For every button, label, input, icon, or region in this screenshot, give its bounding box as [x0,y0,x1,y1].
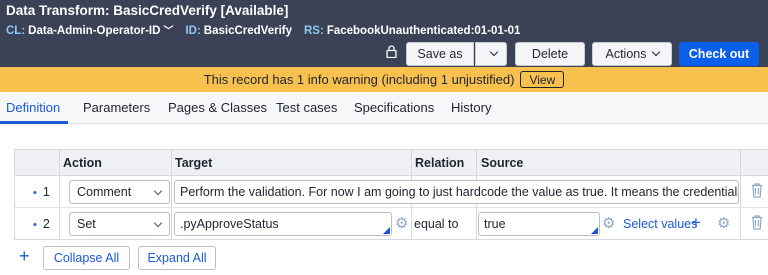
record-header: Data Transform: BasicCredVerify [Availab… [0,0,768,67]
chevron-down-icon [153,186,163,196]
class-label: CL: [6,25,26,37]
expand-all-button[interactable]: Expand All [138,246,216,270]
tab-parameters[interactable]: Parameters [83,100,150,115]
target-input[interactable]: .pyApproveStatus [174,212,392,236]
actions-label: Actions [605,47,647,61]
check-out-button[interactable]: Check out [679,42,759,66]
definition-grid: Action Target Relation Source • 1 Comment… [14,149,768,240]
warning-message: This record has 1 info warning (includin… [203,72,515,87]
table-row: • 2 Set .pyApproveStatus ⚙ equal to true … [15,209,768,240]
row-number: • 1 [33,185,50,199]
warning-banner: This record has 1 info warning (includin… [0,67,768,92]
id-value: BasicCredVerify [203,25,292,37]
source-input[interactable]: true [478,212,600,236]
save-as-menu-button[interactable] [475,42,507,66]
gear-icon[interactable]: ⚙ [395,214,408,232]
autocomplete-corner-icon [383,227,390,234]
comment-input[interactable]: Perform the validation. For now I am goi… [174,180,739,204]
more-icon[interactable]: ⋮ [764,46,768,60]
record-meta: CL: Data-Admin-Operator-ID ﹀ ID: BasicCredVe… [6,22,520,37]
add-icon[interactable]: + [691,213,701,233]
save-as-button[interactable]: Save as [406,42,474,66]
add-row-icon[interactable]: + [19,247,30,265]
action-select[interactable]: Comment [69,180,170,204]
gear-icon[interactable]: ⚙ [602,214,615,232]
row-number: • 2 [33,217,50,231]
rs-value[interactable]: FacebookUnauthenticated:01-01-01 [327,25,521,37]
trash-icon[interactable] [751,214,763,230]
column-header-target: Target [175,156,213,170]
tab-history[interactable]: History [451,100,491,115]
collapse-all-button[interactable]: Collapse All [43,246,130,270]
id-label: ID: [185,25,201,37]
delete-button[interactable]: Delete [515,42,585,66]
grid-header: Action Target Relation Source [15,150,768,176]
record-title: Data Transform: BasicCredVerify [Availab… [6,3,289,18]
tab-specifications[interactable]: Specifications [354,100,434,115]
autocomplete-corner-icon [591,227,598,234]
relation-value[interactable]: equal to [414,217,458,231]
tab-bar: Definition Parameters Pages & Classes Te… [0,92,768,124]
action-select[interactable]: Set [69,212,170,236]
actions-button[interactable]: Actions [592,42,672,66]
active-tab-indicator [0,121,68,124]
tab-test-cases[interactable]: Test cases [276,100,337,115]
chevron-down-icon [489,47,499,57]
select-values-link[interactable]: Select values [623,217,697,231]
tab-definition[interactable]: Definition [6,100,60,115]
column-header-action: Action [63,156,102,170]
view-warning-button[interactable]: View [520,71,565,88]
chevron-down-icon [651,47,660,57]
column-header-source: Source [481,156,524,170]
lock-icon [386,45,397,61]
rs-label: RS: [304,25,324,37]
column-header-relation: Relation [415,156,465,170]
trash-icon[interactable] [751,182,763,198]
tab-pages-classes[interactable]: Pages & Classes [168,100,267,115]
chevron-down-icon[interactable]: ﹀ [163,22,173,37]
table-row: • 1 Comment Perform the validation. For n… [15,177,768,208]
class-value[interactable]: Data-Admin-Operator-ID [28,25,160,37]
gear-icon[interactable]: ⚙ [717,214,730,232]
chevron-down-icon [153,218,163,228]
